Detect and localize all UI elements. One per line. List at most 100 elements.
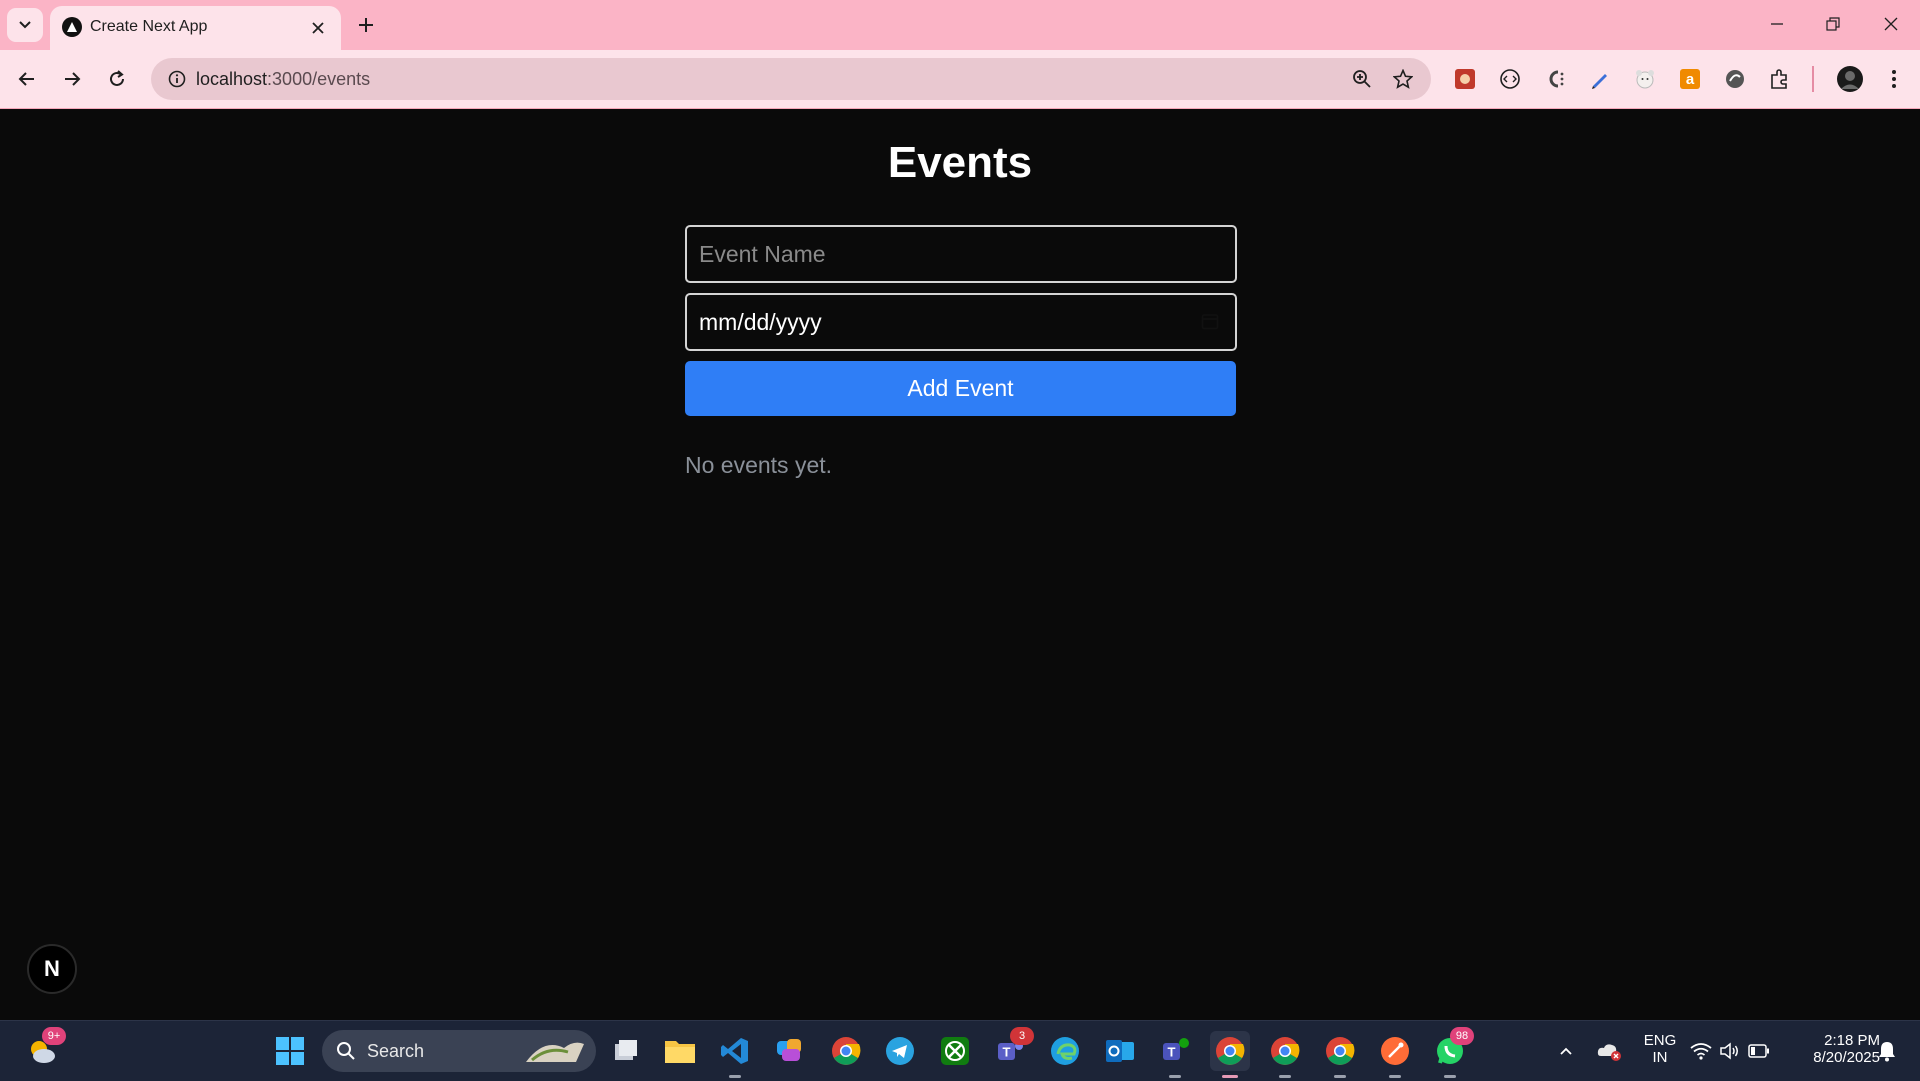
add-event-button[interactable]: Add Event — [685, 361, 1236, 416]
restore-button[interactable] — [1810, 6, 1856, 42]
close-icon — [312, 22, 324, 34]
bookmark-button[interactable] — [1388, 64, 1418, 94]
chrome-profile3-button[interactable] — [1320, 1031, 1360, 1078]
svg-text:T: T — [1168, 1045, 1176, 1060]
weather-badge: 9+ — [42, 1027, 66, 1045]
m365-button[interactable] — [770, 1031, 810, 1071]
running-indicator — [1169, 1075, 1181, 1078]
telegram-button[interactable] — [880, 1031, 920, 1071]
vscode-button[interactable] — [715, 1031, 755, 1078]
site-info-button[interactable] — [161, 63, 193, 95]
reload-button[interactable] — [97, 59, 137, 99]
clock[interactable]: 2:18 PM 8/20/2025 — [1790, 1032, 1880, 1066]
event-name-field[interactable] — [685, 225, 1237, 283]
xbox-button[interactable] — [935, 1031, 975, 1071]
amazon-extension-icon[interactable]: a — [1676, 65, 1704, 93]
language-indicator[interactable]: ENG IN — [1640, 1032, 1680, 1066]
onedrive-tray-button[interactable] — [1592, 1031, 1626, 1071]
url-text: localhost:3000/events — [196, 69, 371, 89]
task-view-button[interactable] — [606, 1031, 646, 1071]
back-button[interactable] — [7, 59, 47, 99]
profile-avatar[interactable] — [1833, 62, 1867, 96]
vscode-icon — [721, 1038, 748, 1064]
chevron-up-icon — [1560, 1047, 1572, 1055]
cloud-error-icon — [1597, 1044, 1621, 1061]
file-explorer-button[interactable] — [660, 1031, 700, 1071]
taskbar-search[interactable]: Search — [322, 1030, 596, 1072]
nextjs-dev-indicator[interactable]: N — [27, 944, 77, 994]
edge-icon — [1051, 1037, 1079, 1065]
outlook-button[interactable] — [1100, 1031, 1140, 1071]
minimize-icon — [1771, 23, 1783, 25]
toolbar-divider — [1812, 66, 1814, 92]
teams-classic-icon: T — [1163, 1038, 1189, 1060]
close-window-button[interactable] — [1868, 6, 1914, 42]
address-bar[interactable]: localhost:3000/events — [151, 58, 1431, 100]
postman-button[interactable] — [1375, 1031, 1415, 1078]
search-highlight-icon — [526, 1042, 584, 1062]
whatsapp-badge: 98 — [1450, 1027, 1474, 1045]
event-date-field[interactable]: mm/dd/yyyy — [685, 293, 1237, 351]
quick-settings-button[interactable] — [1686, 1031, 1774, 1071]
running-indicator — [729, 1075, 741, 1078]
minimize-button[interactable] — [1754, 6, 1800, 42]
date-input-text[interactable]: mm/dd/yyyy — [699, 309, 822, 336]
video-extension-icon[interactable] — [1451, 65, 1479, 93]
calendar-icon[interactable] — [1201, 312, 1219, 330]
zoom-button[interactable] — [1347, 64, 1377, 94]
volume-icon — [1720, 1042, 1738, 1060]
forward-button[interactable] — [52, 59, 92, 99]
tab-title: Create Next App — [90, 18, 208, 35]
close-icon — [1884, 17, 1898, 31]
running-indicator — [1334, 1075, 1346, 1078]
star-icon — [1393, 69, 1413, 89]
whatsapp-button[interactable]: 98 — [1430, 1027, 1474, 1078]
teams-button[interactable]: T 3 — [990, 1027, 1034, 1071]
vpn-extension-icon[interactable] — [1721, 65, 1749, 93]
css-extension-icon[interactable] — [1541, 65, 1569, 93]
empty-events-message: No events yet. — [685, 452, 833, 478]
menu-button[interactable] — [1880, 65, 1908, 93]
chrome-active-button[interactable] — [1210, 1031, 1250, 1078]
telegram-icon — [886, 1037, 914, 1065]
bear-extension-icon[interactable] — [1631, 65, 1659, 93]
arrow-right-icon — [65, 72, 81, 86]
browser-tab[interactable]: Create Next App — [50, 6, 341, 50]
m365-copilot-icon — [777, 1039, 801, 1061]
info-icon — [168, 70, 186, 88]
search-label: Search — [367, 1041, 425, 1061]
tab-search-button[interactable] — [7, 8, 43, 42]
chrome-icon — [832, 1037, 861, 1065]
tray-overflow-button[interactable] — [1551, 1031, 1581, 1071]
chrome-button[interactable] — [826, 1031, 866, 1071]
new-tab-button[interactable] — [350, 9, 382, 41]
zoom-icon — [1353, 70, 1371, 88]
start-button[interactable] — [270, 1031, 310, 1071]
wifi-icon — [1690, 1043, 1712, 1060]
plus-icon — [359, 18, 373, 32]
weather-widget[interactable]: 9+ — [22, 1027, 66, 1071]
event-name-input[interactable] — [687, 227, 1235, 281]
chrome-icon — [1271, 1037, 1300, 1065]
arrow-left-icon — [18, 72, 34, 86]
outlook-icon — [1106, 1040, 1134, 1062]
code-extension-icon[interactable] — [1496, 65, 1524, 93]
chrome-profile2-button[interactable] — [1265, 1031, 1305, 1078]
clock-time: 2:18 PM — [1824, 1032, 1880, 1049]
clock-date: 8/20/2025 — [1813, 1049, 1880, 1066]
puzzle-extensions-icon[interactable] — [1766, 65, 1794, 93]
teams-classic-button[interactable]: T — [1155, 1031, 1195, 1078]
tab-close-button[interactable] — [305, 15, 331, 41]
search-icon — [337, 1042, 355, 1060]
running-indicator — [1279, 1075, 1291, 1078]
windows-logo-icon — [276, 1037, 304, 1065]
notifications-button[interactable] — [1872, 1031, 1902, 1071]
edge-button[interactable] — [1045, 1031, 1085, 1071]
chevron-down-icon — [19, 21, 31, 29]
pen-extension-icon[interactable] — [1586, 65, 1614, 93]
page-title: Events — [887, 138, 1033, 187]
battery-icon — [1748, 1044, 1769, 1058]
bell-icon — [1879, 1042, 1895, 1062]
language-bottom: IN — [1652, 1049, 1668, 1066]
svg-text:T: T — [1003, 1045, 1011, 1060]
